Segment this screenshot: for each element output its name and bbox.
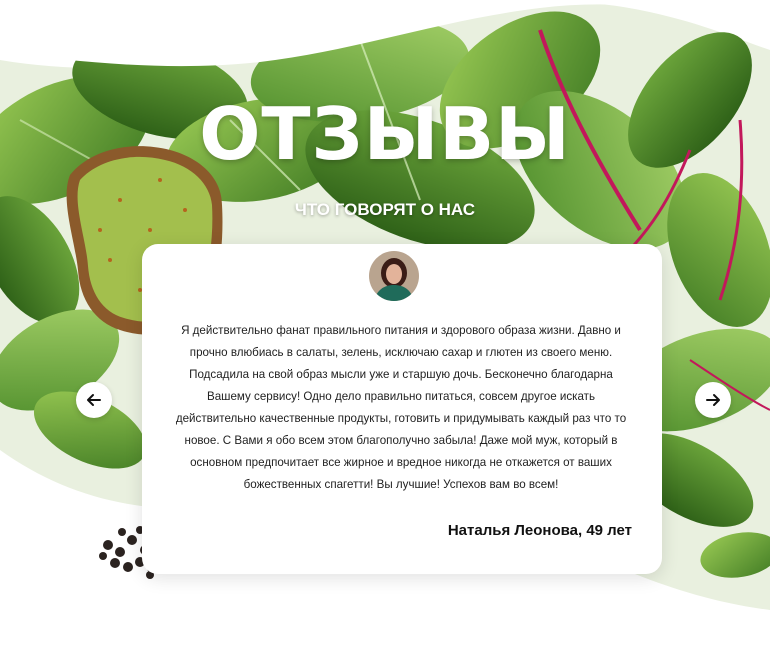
section-title: ОТЗЫВЫ [199, 92, 571, 176]
arrow-left-icon [87, 394, 101, 406]
next-button[interactable] [695, 382, 731, 418]
review-author: Наталья Леонова, 49 лет [447, 522, 632, 539]
prev-button[interactable] [76, 382, 112, 418]
review-text: Я действительно фанат правильного питани… [175, 324, 627, 491]
section-subtitle: ЧТО ГОВОРЯТ О НАС [294, 200, 476, 219]
arrow-right-icon [706, 394, 720, 406]
avatar [369, 251, 419, 301]
